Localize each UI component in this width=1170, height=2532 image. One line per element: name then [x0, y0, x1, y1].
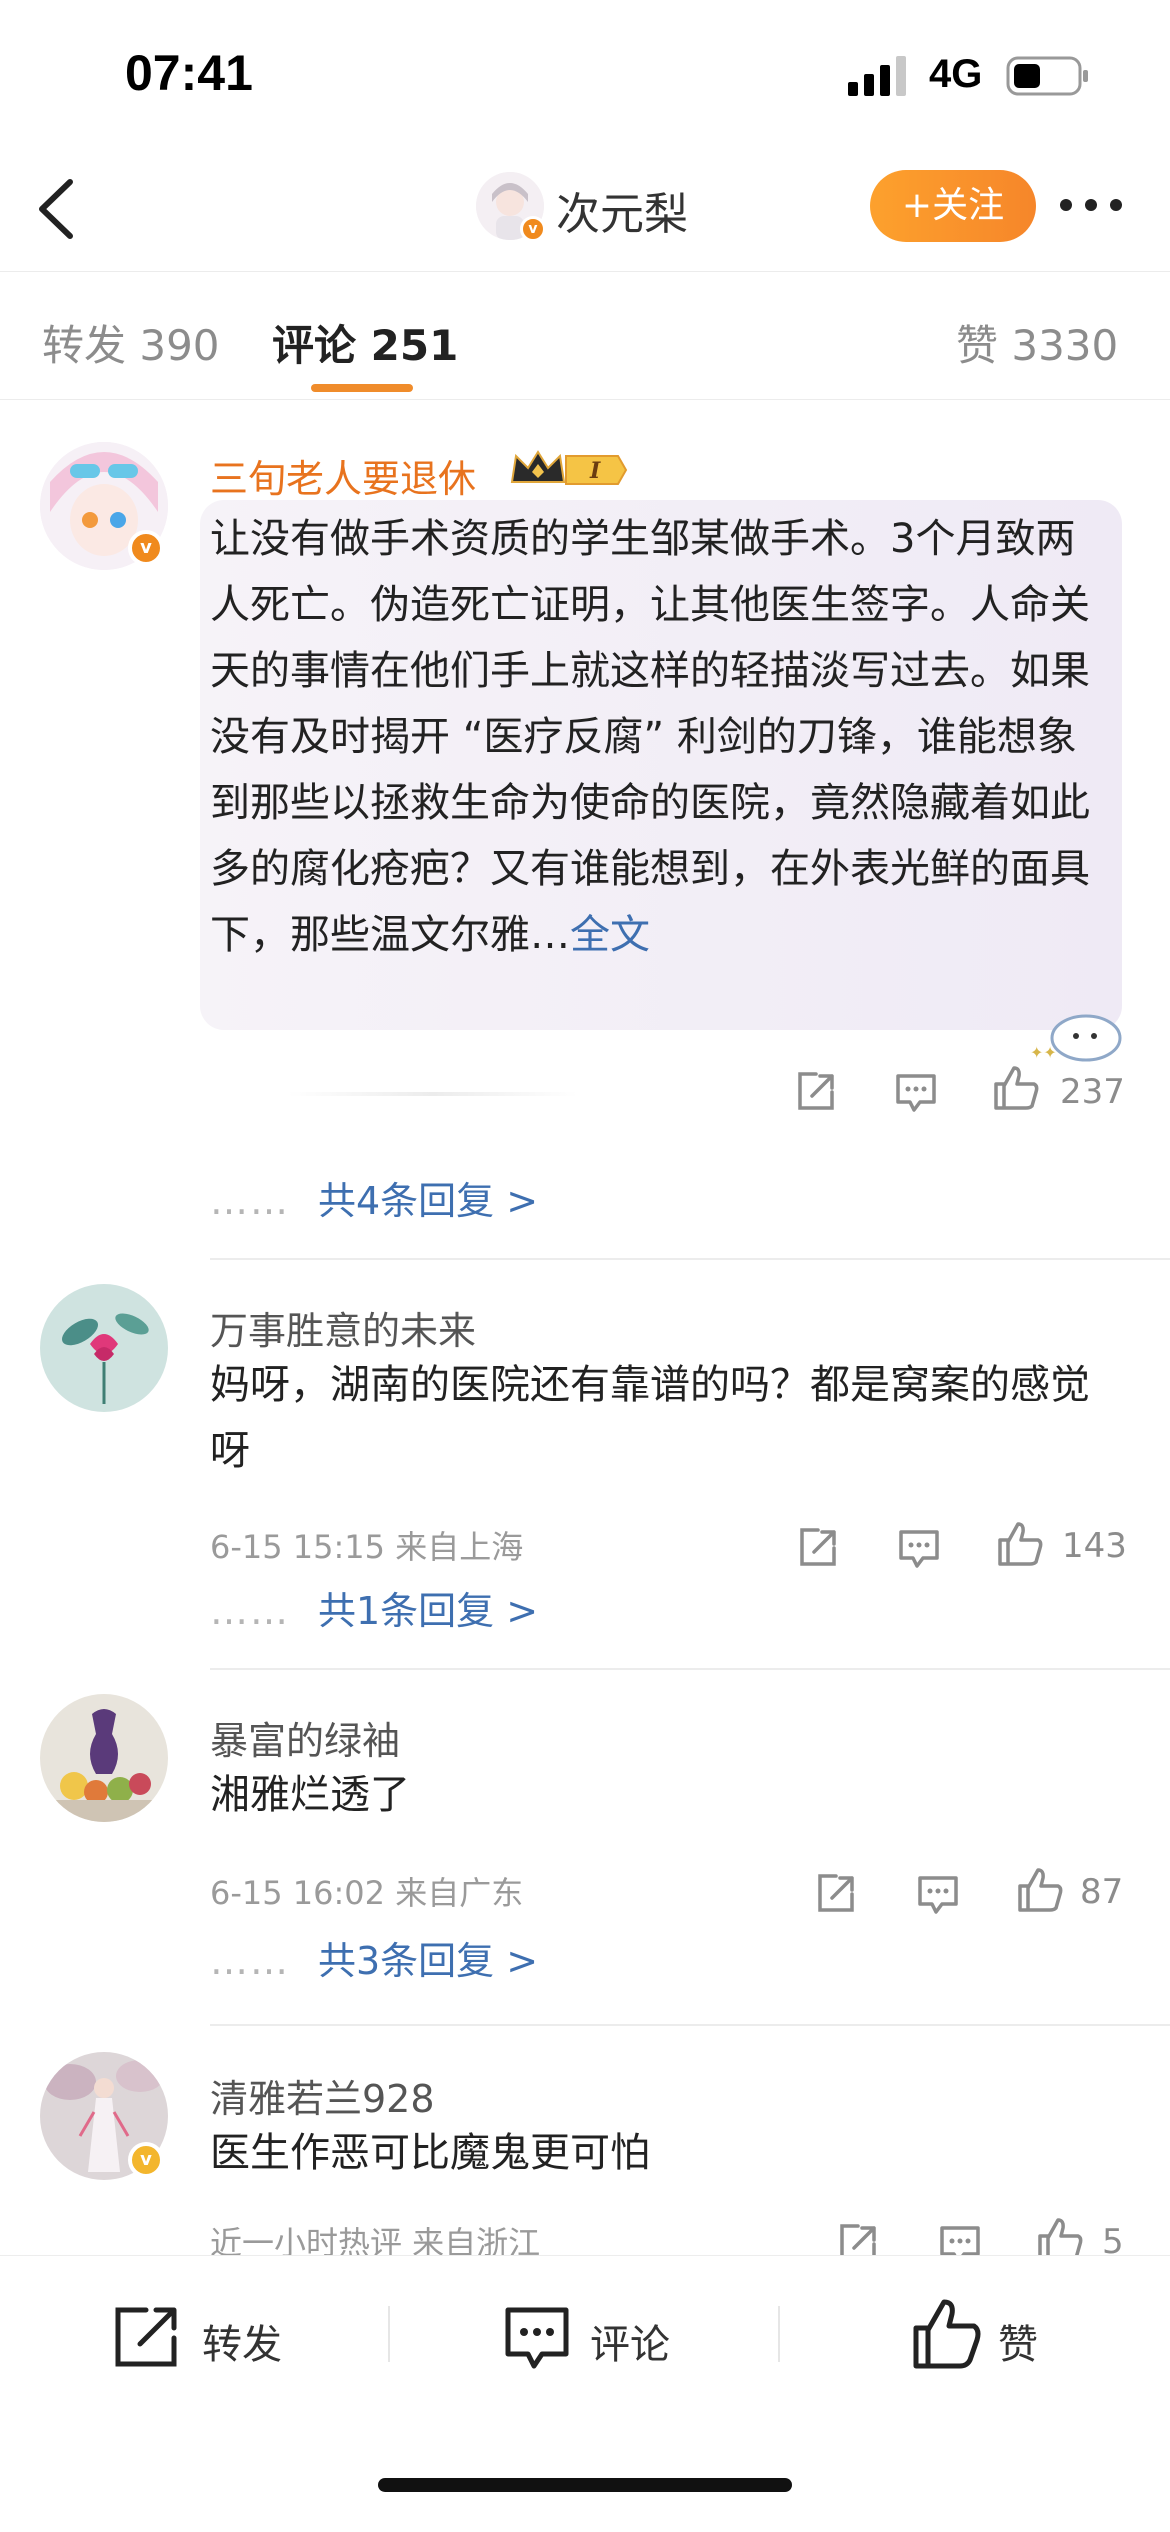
full-text-link[interactable]: 全文	[570, 912, 650, 958]
comment-meta: 近一小时热评 来自浙江	[210, 2224, 541, 2255]
active-tab-indicator	[311, 384, 413, 392]
repost-button[interactable]: 转发	[112, 2296, 312, 2376]
comment-item: v 三旬老人要退休 I 让没有做手术资质的学生邹某做手术。3个月致两人死亡。伪造…	[0, 400, 1170, 1260]
like-icon[interactable]	[996, 1520, 1044, 1568]
like-label: 赞	[998, 2322, 1038, 2368]
svg-text:✦✦: ✦✦	[1030, 1043, 1057, 1062]
like-button[interactable]: 赞	[912, 2296, 1072, 2376]
vip-crown-badge-icon: I	[510, 450, 628, 485]
comment-text: 妈呀，湖南的医院还有靠谱的吗？都是窝案的感觉呀	[210, 1362, 1090, 1474]
repost-label: 转发	[202, 2322, 282, 2368]
follow-button[interactable]: +关注	[870, 170, 1036, 242]
comment-list: v 三旬老人要退休 I 让没有做手术资质的学生邹某做手术。3个月致两人死亡。伪造…	[0, 400, 1170, 2255]
repost-icon[interactable]	[834, 2220, 882, 2255]
avatar[interactable]	[40, 1284, 168, 1412]
reply-dots: ……	[210, 1939, 290, 1983]
like-icon[interactable]	[992, 1064, 1040, 1112]
tab-likes[interactable]: 赞 3330	[956, 312, 1118, 373]
cloud-sticker-icon: ✦✦	[1030, 1014, 1122, 1062]
reply-dots: ……	[210, 1179, 290, 1223]
status-time: 07:41	[125, 45, 253, 101]
back-arrow-icon[interactable]	[30, 174, 86, 244]
reply-count-label[interactable]: 共4条回复 >	[318, 1179, 538, 1223]
comment-username[interactable]: 万事胜意的未来	[210, 1300, 476, 1355]
nav-title: 次元梨	[556, 189, 688, 240]
repost-icon[interactable]	[812, 1870, 860, 1918]
verified-badge-icon: v	[128, 2142, 164, 2178]
comment-meta: 6-15 15:15 来自上海	[210, 1528, 524, 1566]
comment-icon	[505, 2307, 569, 2369]
like-icon[interactable]	[1036, 2216, 1084, 2255]
comment-icon[interactable]	[936, 2220, 984, 2255]
comment-button[interactable]: 评论	[502, 2296, 702, 2376]
tab-repost[interactable]: 转发 390	[42, 312, 220, 373]
comment-meta: 6-15 16:02 来自广东	[210, 1874, 524, 1912]
comment-item: 暴富的绿袖 湘雅烂透了 6-15 16:02 来自广东 87 …… 共3条回复 >	[0, 1670, 1170, 2026]
more-dots-icon[interactable]	[1056, 180, 1126, 230]
reply-dots: ……	[210, 1589, 290, 1633]
comment-icon[interactable]	[892, 1068, 940, 1116]
separator	[388, 2306, 390, 2362]
comment-text: 让没有做手术资质的学生邹某做手术。3个月致两人死亡。伪造死亡证明，让其他医生签字…	[210, 506, 1110, 968]
comment-text: 医生作恶可比魔鬼更可怕	[210, 2130, 650, 2176]
tab-bar: 转发 390 评论 251 赞 3330	[0, 272, 1170, 400]
reply-link[interactable]: …… 共3条回复 >	[210, 1930, 538, 1985]
avatar[interactable]	[40, 1694, 168, 1822]
like-count: 143	[1062, 1526, 1127, 1566]
battery-icon	[1006, 56, 1088, 96]
tab-comments[interactable]: 评论 251	[272, 312, 458, 373]
reply-count-label[interactable]: 共3条回复 >	[318, 1939, 538, 1983]
comment-icon[interactable]	[914, 1870, 962, 1918]
comment-body: 让没有做手术资质的学生邹某做手术。3个月致两人死亡。伪造死亡证明，让其他医生签字…	[210, 516, 1090, 958]
vip-level: I	[589, 458, 601, 484]
comment-text: 湘雅烂透了	[210, 1772, 410, 1818]
separator	[778, 2306, 780, 2362]
meta-placeholder	[288, 1092, 578, 1096]
like-count: 87	[1080, 1872, 1124, 1912]
comment-label: 评论	[590, 2322, 670, 2368]
reply-link[interactable]: …… 共4条回复 >	[210, 1170, 538, 1225]
repost-icon	[115, 2307, 177, 2367]
verified-badge-icon: v	[128, 530, 164, 566]
comment-icon[interactable]	[895, 1524, 943, 1572]
comment-username[interactable]: 三旬老人要退休	[210, 448, 476, 503]
reply-link[interactable]: …… 共1条回复 >	[210, 1580, 538, 1635]
like-count: 237	[1060, 1072, 1125, 1112]
like-icon	[913, 2299, 981, 2369]
home-indicator[interactable]	[378, 2478, 792, 2492]
comment-username[interactable]: 清雅若兰928	[210, 2068, 435, 2123]
status-bar: 07:41 4G	[0, 0, 1170, 150]
comment-item: 万事胜意的未来 妈呀，湖南的医院还有靠谱的吗？都是窝案的感觉呀 6-15 15:…	[0, 1260, 1170, 1670]
nav-bar: v 次元梨 +关注	[0, 150, 1170, 272]
like-icon[interactable]	[1016, 1866, 1064, 1914]
reply-count-label[interactable]: 共1条回复 >	[318, 1589, 538, 1633]
verified-badge-icon: v	[520, 216, 546, 242]
comment-item: v 清雅若兰928 医生作恶可比魔鬼更可怕 近一小时热评 来自浙江 5	[0, 2026, 1170, 2255]
network-label: 4G	[929, 52, 983, 96]
comment-username[interactable]: 暴富的绿袖	[210, 1710, 400, 1765]
like-count: 5	[1102, 2222, 1124, 2255]
repost-icon[interactable]	[794, 1524, 842, 1572]
signal-bars-icon	[848, 56, 906, 96]
repost-icon[interactable]	[792, 1068, 840, 1116]
